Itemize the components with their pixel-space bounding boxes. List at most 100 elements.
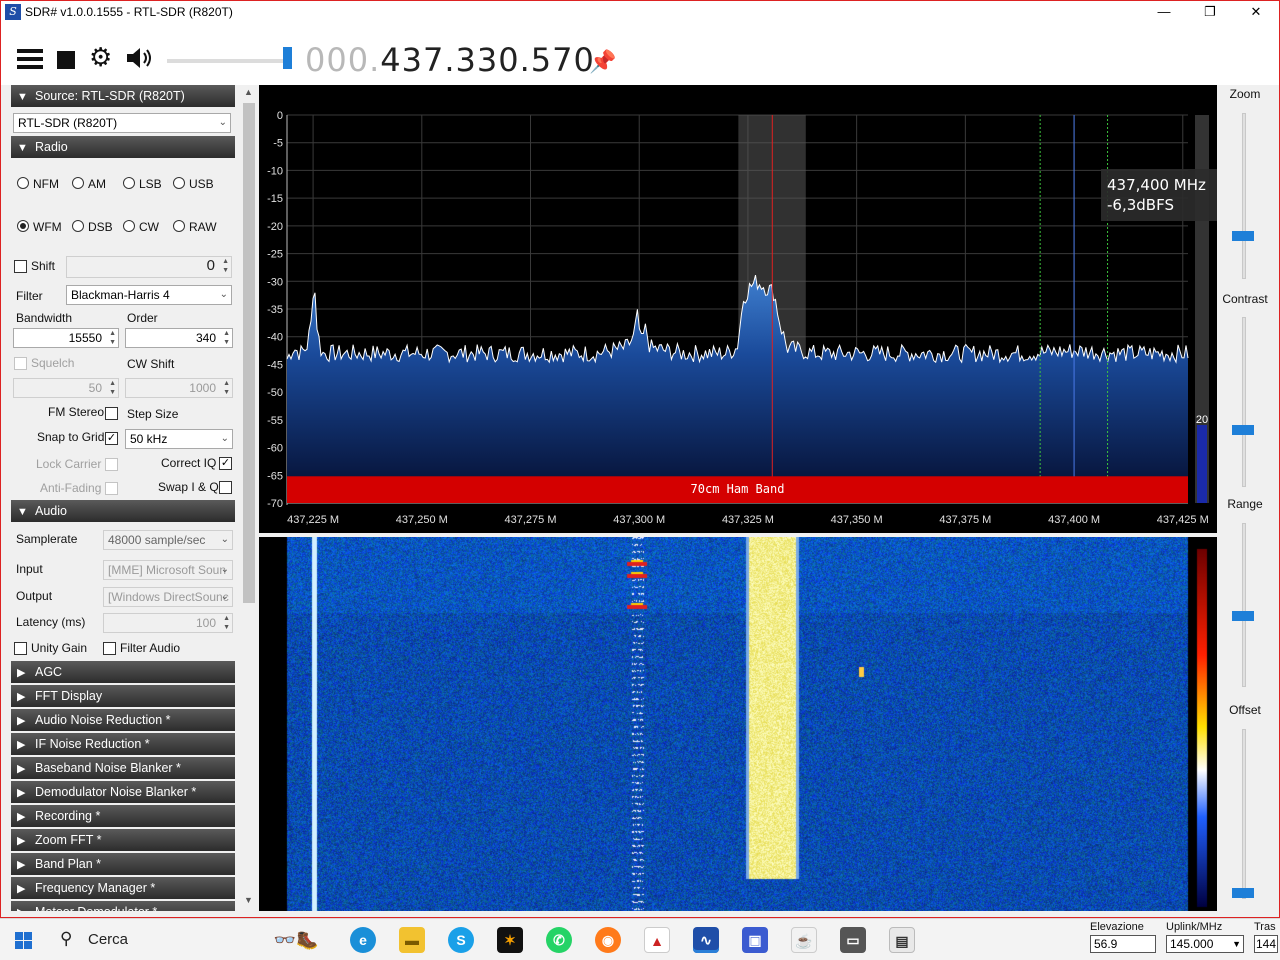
window-app-icon[interactable]: ▤ — [889, 927, 915, 953]
satellite-app-icon[interactable]: ✶ — [497, 927, 523, 953]
whatsapp-icon[interactable]: ✆ — [546, 927, 572, 953]
y-tick-label: -65 — [267, 470, 283, 482]
plugin-section-header[interactable]: ▶ Demodulator Noise Blanker * — [11, 781, 235, 803]
sdrsharp-taskbar-icon[interactable]: ∿ — [693, 927, 719, 953]
gear-icon[interactable]: ⚙ — [89, 44, 112, 70]
sdrsharp-app-icon: S — [5, 4, 21, 20]
filter-select[interactable]: Blackman-Harris 4 ⌄ — [66, 285, 232, 305]
audio-input-select[interactable]: [MME] Microsoft Soun ⌄ — [103, 560, 233, 580]
plugin-section-header[interactable]: ▶ Recording * — [11, 805, 235, 827]
terminal-icon[interactable]: ▭ — [840, 927, 866, 953]
chevron-down-icon: ⌄ — [220, 534, 229, 545]
range-slider-thumb[interactable] — [1232, 611, 1254, 621]
plugin-section-header[interactable]: ▶ FFT Display — [11, 685, 235, 707]
offset-slider-track[interactable] — [1242, 729, 1246, 899]
frequency-display[interactable]: 000.437.330.570 — [305, 41, 595, 79]
plugin-section-header[interactable]: ▶ Band Plan * — [11, 853, 235, 875]
pin-icon[interactable]: 📌 — [589, 49, 616, 75]
radio-nfm[interactable] — [17, 177, 29, 189]
tooltip-frequency: 437,400 MHz — [1107, 176, 1206, 194]
file-explorer-icon[interactable]: ▬ — [399, 927, 425, 953]
plugin-section-header[interactable]: ▶Meteor Demodulator * — [11, 901, 235, 911]
samplerate-select[interactable]: 48000 sample/sec ⌄ — [103, 530, 233, 550]
unitygain-checkbox[interactable] — [14, 642, 27, 655]
x-tick-label: 437,275 M — [505, 514, 557, 526]
radio-usb[interactable] — [173, 177, 185, 189]
lockcarrier-checkbox[interactable] — [105, 458, 118, 471]
app-icon[interactable]: ▲ — [644, 927, 670, 953]
swapiq-checkbox[interactable] — [219, 481, 232, 494]
plugin-section-header[interactable]: ▶ IF Noise Reduction * — [11, 733, 235, 755]
weather-widget-icon[interactable]: 👓🥾 — [264, 927, 328, 953]
radio-section-header[interactable]: ▼ Radio — [11, 136, 235, 158]
scroll-down-icon[interactable]: ▼ — [244, 895, 253, 905]
waterfall-display[interactable] — [259, 537, 1217, 911]
swapiq-label: Swap I & Q — [158, 480, 219, 494]
source-section-header[interactable]: ▼ Source: RTL-SDR (R820T) — [11, 85, 235, 107]
elevazione-field[interactable]: 56.9 — [1090, 935, 1156, 953]
mode-label-raw: RAW — [189, 220, 217, 234]
hamburger-menu-icon[interactable] — [17, 49, 43, 69]
radio-dsb[interactable] — [72, 220, 84, 232]
shift-checkbox[interactable] — [14, 260, 27, 273]
offset-slider-thumb[interactable] — [1232, 888, 1254, 898]
radio-cw[interactable] — [123, 220, 135, 232]
skype-icon[interactable]: S — [448, 927, 474, 953]
close-button[interactable]: ✕ — [1233, 3, 1279, 21]
range-slider-track[interactable] — [1242, 523, 1246, 687]
contrast-slider-thumb[interactable] — [1232, 425, 1254, 435]
search-icon: ⚲ — [60, 929, 73, 948]
correctiq-checkbox[interactable]: ✓ — [219, 457, 232, 470]
save-disk-icon[interactable]: ▣ — [742, 927, 768, 953]
latency-input[interactable]: 100 ▲ ▼ — [103, 613, 233, 633]
contrast-slider-track[interactable] — [1242, 317, 1246, 487]
plugin-section-header[interactable]: ▶ Zoom FFT * — [11, 829, 235, 851]
scroll-up-icon[interactable]: ▲ — [244, 87, 253, 97]
control-panel-scrollbar[interactable]: ▲ ▼ — [241, 85, 257, 911]
spectrum-analyzer[interactable]: 70cm Ham Band 0 -5 -10 -15 -20 -25 -30 -35 -40 -4… — [259, 85, 1217, 533]
squelch-input[interactable]: 50 ▲ ▼ — [13, 378, 119, 398]
antifading-checkbox[interactable] — [105, 482, 118, 495]
stepsize-select[interactable]: 50 kHz ⌄ — [125, 429, 233, 449]
fmstereo-checkbox[interactable] — [105, 407, 118, 420]
radio-raw[interactable] — [173, 220, 185, 232]
filteraudio-checkbox[interactable] — [103, 642, 116, 655]
audio-section-header[interactable]: ▼ Audio — [11, 500, 235, 522]
plugin-section-header[interactable]: ▶ AGC — [11, 661, 235, 683]
order-input[interactable]: 340 ▲ ▼ — [125, 328, 233, 348]
plugin-section-header[interactable]: ▶ Frequency Manager * — [11, 877, 235, 899]
volume-slider-track[interactable] — [167, 59, 289, 63]
snap-checkbox[interactable]: ✓ — [105, 432, 118, 445]
tras-field[interactable]: 144 — [1254, 935, 1278, 953]
source-device-select[interactable]: RTL-SDR (R820T) ⌄ — [13, 113, 231, 133]
y-tick-label: -55 — [267, 415, 283, 427]
cwshift-input[interactable]: 1000 ▲ ▼ — [125, 378, 233, 398]
spectrum-chart[interactable]: 70cm Ham Band 0 -5 -10 -15 -20 -25 -30 -35 -40 -4… — [259, 85, 1217, 533]
maximize-button[interactable]: ❐ — [1187, 3, 1233, 21]
scrollbar-thumb[interactable] — [243, 103, 255, 603]
edge-browser-icon[interactable]: e — [350, 927, 376, 953]
speaker-icon[interactable] — [125, 45, 153, 76]
plugin-section-header[interactable]: ▶ Audio Noise Reduction * — [11, 709, 235, 731]
taskbar-search[interactable]: ⚲ Cerca — [50, 925, 250, 955]
waterfall-canvas[interactable] — [259, 537, 1217, 911]
uplink-select[interactable]: 145.000 ▼ — [1166, 935, 1244, 953]
volume-slider-thumb[interactable] — [283, 47, 292, 69]
chevron-down-icon: ⌄ — [220, 591, 229, 602]
firefox-icon[interactable]: ◉ — [595, 927, 621, 953]
bandwidth-input[interactable]: 15550 ▲ ▼ — [13, 328, 119, 348]
radio-lsb[interactable] — [123, 177, 135, 189]
zoom-slider-thumb[interactable] — [1232, 231, 1254, 241]
radio-wfm[interactable] — [17, 220, 29, 232]
plugin-section-header[interactable]: ▶ Baseband Noise Blanker * — [11, 757, 235, 779]
expand-triangle-icon: ▶ — [17, 835, 26, 847]
windows-start-icon[interactable] — [15, 932, 32, 949]
java-icon[interactable]: ☕ — [791, 927, 817, 953]
minimize-button[interactable]: — — [1141, 3, 1187, 21]
shift-input[interactable]: 0 ▲ ▼ — [66, 256, 232, 278]
radio-am[interactable] — [72, 177, 84, 189]
audio-output-select[interactable]: [Windows DirectSounc ⌄ — [103, 587, 233, 607]
zoom-slider-track[interactable] — [1242, 113, 1246, 279]
squelch-checkbox[interactable] — [14, 357, 27, 370]
stop-icon[interactable] — [57, 51, 75, 69]
